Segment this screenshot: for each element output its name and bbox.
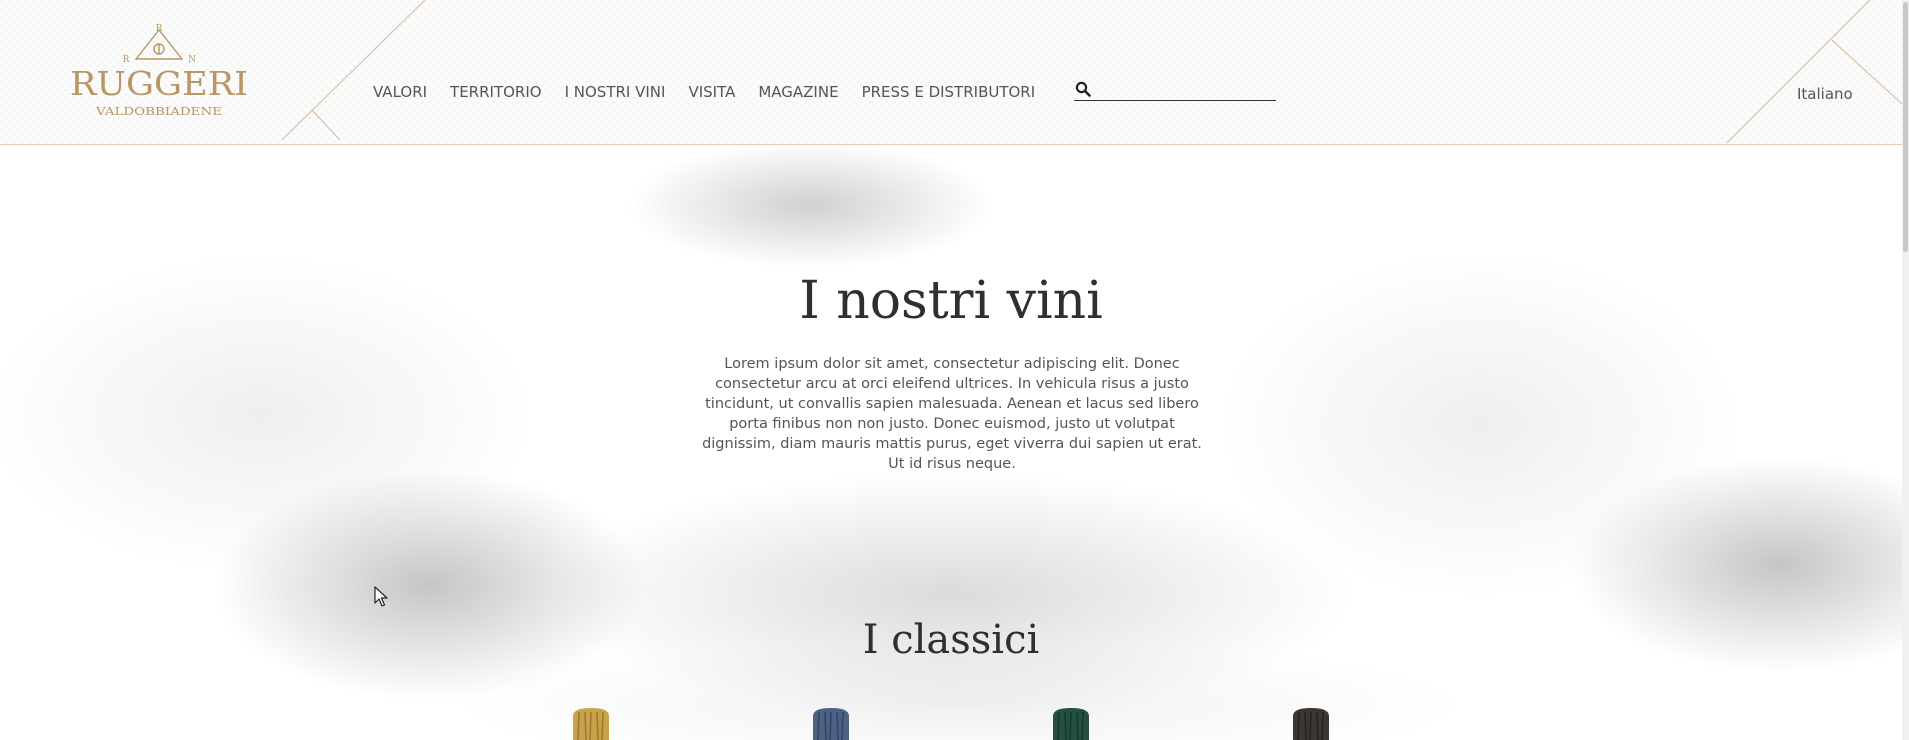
bottle-top-1 <box>573 708 609 740</box>
bottle-top-4 <box>1293 708 1329 740</box>
nav-item-press: PRESS E DISTRIBUTORI <box>862 82 1036 101</box>
bottle-top-2 <box>813 708 849 740</box>
bottle-foil-crease <box>1069 711 1072 740</box>
logo-monogram-top: R <box>156 24 163 34</box>
wine-bottle-4[interactable] <box>1289 708 1333 740</box>
main-navigation: VALORI TERRITORIO I NOSTRI VINI VISITA M… <box>373 80 1058 102</box>
search-icon[interactable] <box>1075 81 1091 97</box>
nav-item-valori: VALORI <box>373 82 427 101</box>
bottle-foil-crease <box>1297 711 1300 740</box>
scrollbar-thumb[interactable] <box>1903 2 1908 252</box>
site-header: R R N RUGGERI VALDOBBIADENE VALORI TERRI… <box>0 0 1902 145</box>
search-box <box>1074 78 1276 101</box>
bottle-foil-crease <box>1081 711 1084 740</box>
bottle-foil-crease <box>1057 711 1060 740</box>
bottle-foil-crease <box>1076 711 1079 740</box>
intro-paragraph: Lorem ipsum dolor sit amet, consectetur … <box>702 356 1202 472</box>
bottle-foil-crease <box>1309 711 1312 740</box>
header-decoration <box>281 0 1902 144</box>
logo-brand-name: RUGGERI <box>70 64 248 103</box>
bottle-foil-crease <box>836 711 839 740</box>
bottle-foil-crease <box>596 711 599 740</box>
nav-item-magazine: MAGAZINE <box>758 82 838 101</box>
bottle-foil-crease <box>1304 711 1307 740</box>
nav-item-i-nostri-vini: I NOSTRI VINI <box>565 82 666 101</box>
bottle-foil-crease <box>829 711 832 740</box>
bottle-foil-crease <box>601 711 604 740</box>
bottle-foil-crease <box>589 711 592 740</box>
bottle-foil-crease <box>1316 711 1319 740</box>
nav-link-magazine[interactable]: MAGAZINE <box>758 83 838 101</box>
nav-link-i-nostri-vini[interactable]: I NOSTRI VINI <box>565 83 666 101</box>
wine-bottle-3[interactable] <box>1049 708 1093 740</box>
nav-link-territorio[interactable]: TERRITORIO <box>450 83 542 101</box>
wine-bottle-1[interactable] <box>569 708 613 740</box>
page-title: I nostri vini <box>799 271 1103 331</box>
section-title-i-classici: I classici <box>862 617 1040 663</box>
nav-link-visita[interactable]: VISITA <box>688 83 735 101</box>
bottle-foil-crease <box>577 711 580 740</box>
search-input[interactable] <box>1096 78 1274 98</box>
nav-link-press-e-distributori[interactable]: PRESS E DISTRIBUTORI <box>862 83 1036 101</box>
bottle-foil-crease <box>824 711 827 740</box>
bottle-foil-crease <box>817 711 820 740</box>
bottle-foil-crease <box>841 711 844 740</box>
wine-bottle-2[interactable] <box>809 708 853 740</box>
nav-item-territorio: TERRITORIO <box>450 82 542 101</box>
nav-item-visita: VISITA <box>688 82 735 101</box>
bottle-foil-crease <box>1064 711 1067 740</box>
nav-link-valori[interactable]: VALORI <box>373 83 427 101</box>
bottle-foil-crease <box>1321 711 1324 740</box>
ruggeri-logo[interactable]: R R N RUGGERI VALDOBBIADENE <box>68 22 250 122</box>
language-selector[interactable]: Italiano <box>1797 85 1853 103</box>
bottle-foil-crease <box>584 711 587 740</box>
page-scrollbar[interactable] <box>1902 0 1909 740</box>
bottle-top-3 <box>1053 708 1089 740</box>
logo-subtitle: VALDOBBIADENE <box>95 105 222 118</box>
mouse-cursor-icon <box>374 586 388 607</box>
